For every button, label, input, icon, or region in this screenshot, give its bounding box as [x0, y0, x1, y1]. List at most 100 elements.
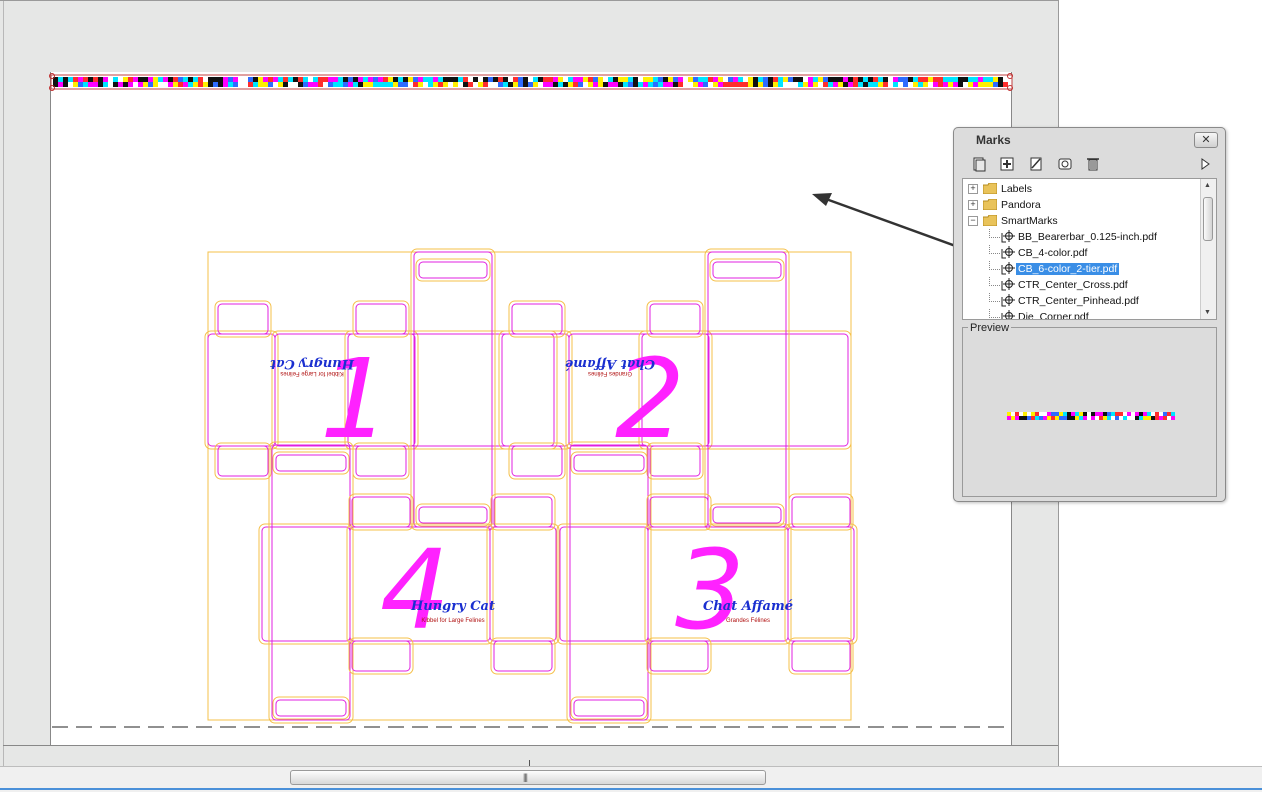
edit-mark-button[interactable]	[1025, 153, 1047, 174]
preview-color-patch	[1019, 416, 1023, 420]
color-bar-patch	[133, 77, 138, 82]
expand-icon[interactable]: +	[968, 184, 978, 194]
tree-mark-item[interactable]: CTR_Center_Cross.pdf	[963, 277, 1201, 293]
tree-folder-item[interactable]: − SmartMarks	[963, 213, 1201, 229]
color-bar-patch	[618, 77, 623, 82]
scrollbar-accent-line	[0, 788, 1262, 790]
folder-icon	[982, 182, 998, 195]
color-bar-patch	[433, 77, 438, 82]
carton-4[interactable]: 4Hungry Cat Kibbel for Large Felines	[258, 441, 560, 724]
carton-1[interactable]: 1Hungry CatKibbel for Large Felines	[204, 248, 558, 531]
carton-die-panel	[413, 251, 493, 528]
color-bar-patch	[233, 82, 238, 87]
tree-mark-item[interactable]: CB_4-color.pdf	[963, 245, 1201, 261]
color-bar-patch	[738, 77, 743, 82]
tree-mark-item[interactable]: CB_6-color_2-tier.pdf	[963, 261, 1201, 277]
color-bar-patch	[313, 82, 318, 87]
color-bar-patch	[848, 77, 853, 82]
color-bar-patch	[498, 77, 503, 82]
color-bar-patch	[753, 77, 758, 82]
color-bar-patch	[288, 77, 293, 82]
carton-die-panel	[493, 496, 553, 528]
color-bar-patch	[193, 82, 198, 87]
color-bar-patch	[673, 77, 678, 82]
color-bar-patch	[178, 82, 183, 87]
carton-tagline-label: Kibbel for Large Felines	[280, 370, 343, 376]
color-bar-patch	[958, 77, 963, 82]
marks-tree[interactable]: + Labels + Pandora − SmartMarks BB_Bearerbar_0…	[962, 178, 1217, 320]
carton-3[interactable]: 3Chat Affamé Grandes Félines	[556, 441, 858, 724]
color-bar-patch	[833, 82, 838, 87]
refresh-button[interactable]	[1054, 153, 1076, 174]
preview-color-patch	[1167, 416, 1171, 420]
color-bar-patch	[408, 82, 413, 87]
tree-vertical-scrollbar[interactable]: ▲ ▼	[1200, 179, 1216, 319]
color-bar-patch	[733, 82, 738, 87]
color-bar-patch	[298, 77, 303, 82]
marks-panel[interactable]: Marks ✕ + Labels + Pandora − SmartMarks …	[953, 127, 1226, 502]
preview-color-patch	[1171, 412, 1175, 416]
preview-color-patch	[1039, 412, 1043, 416]
color-bar-patch	[383, 77, 388, 82]
color-bar-patch	[813, 82, 818, 87]
preview-color-patch	[1071, 412, 1075, 416]
color-bar-patch	[198, 82, 203, 87]
delete-button[interactable]	[1082, 153, 1104, 174]
color-bar-patch	[323, 82, 328, 87]
mark-preview-image	[1007, 412, 1175, 420]
preview-color-patch	[1087, 416, 1091, 420]
color-bar-patch	[993, 77, 998, 82]
color-bar-patch	[543, 82, 548, 87]
color-bar-patch	[863, 82, 868, 87]
color-bar-patch	[428, 77, 433, 82]
color-bar-patch	[503, 77, 508, 82]
preview-color-patch	[1039, 416, 1043, 420]
color-bar-patch	[98, 82, 103, 87]
color-bar-patch	[423, 77, 428, 82]
preview-color-patch	[1091, 416, 1095, 420]
color-bar-patch	[143, 77, 148, 82]
color-bar-patch	[393, 82, 398, 87]
preview-color-patch	[1007, 416, 1011, 420]
tree-mark-item[interactable]: Die_Corner.pdf	[963, 309, 1201, 319]
color-bar-patch	[963, 77, 968, 82]
color-bar-patch	[793, 82, 798, 87]
color-bar-patch	[943, 77, 948, 82]
scroll-down-icon[interactable]: ▼	[1204, 309, 1211, 316]
collapse-icon[interactable]: −	[968, 216, 978, 226]
color-bar-patch	[503, 82, 508, 87]
color-bar-patch	[573, 82, 578, 87]
color-bar-patch	[868, 77, 873, 82]
scroll-up-icon[interactable]: ▲	[1204, 182, 1211, 189]
new-folder-button[interactable]	[996, 153, 1018, 174]
color-bar-patch	[623, 82, 628, 87]
close-button[interactable]: ✕	[1194, 132, 1218, 148]
color-bar-patch	[453, 77, 458, 82]
horizontal-scrollbar[interactable]: |||	[0, 766, 1262, 792]
color-bar-mark[interactable]	[49, 73, 1013, 91]
tree-folder-item[interactable]: + Pandora	[963, 197, 1201, 213]
carton-2[interactable]: 2Chat AffaméGrandes Félines	[498, 248, 852, 531]
expand-icon[interactable]: +	[968, 200, 978, 210]
color-bar-patch	[583, 77, 588, 82]
panel-menu-button[interactable]	[1194, 153, 1216, 174]
color-bar-patch	[228, 77, 233, 82]
carton-bleed-panel	[258, 523, 354, 645]
color-bar-patch	[883, 77, 888, 82]
color-bar-patch	[478, 77, 483, 82]
color-bar-patch	[138, 77, 143, 82]
color-bar-patch	[448, 82, 453, 87]
tree-scroll-thumb[interactable]	[1203, 197, 1213, 241]
tree-folder-item[interactable]: + Labels	[963, 181, 1201, 197]
horizontal-scroll-thumb[interactable]: |||	[290, 770, 766, 785]
preview-color-patch	[1015, 416, 1019, 420]
folder-icon	[982, 214, 998, 227]
tree-mark-item[interactable]: CTR_Center_Pinhead.pdf	[963, 293, 1201, 309]
tree-mark-item[interactable]: BB_Bearerbar_0.125-inch.pdf	[963, 229, 1201, 245]
color-bar-patch	[988, 82, 993, 87]
add-mark-button[interactable]	[968, 153, 990, 174]
color-bar-patch	[378, 77, 383, 82]
preview-color-patch	[1123, 412, 1127, 416]
layout-bounding-box	[207, 251, 852, 721]
preview-color-patch	[1027, 412, 1031, 416]
